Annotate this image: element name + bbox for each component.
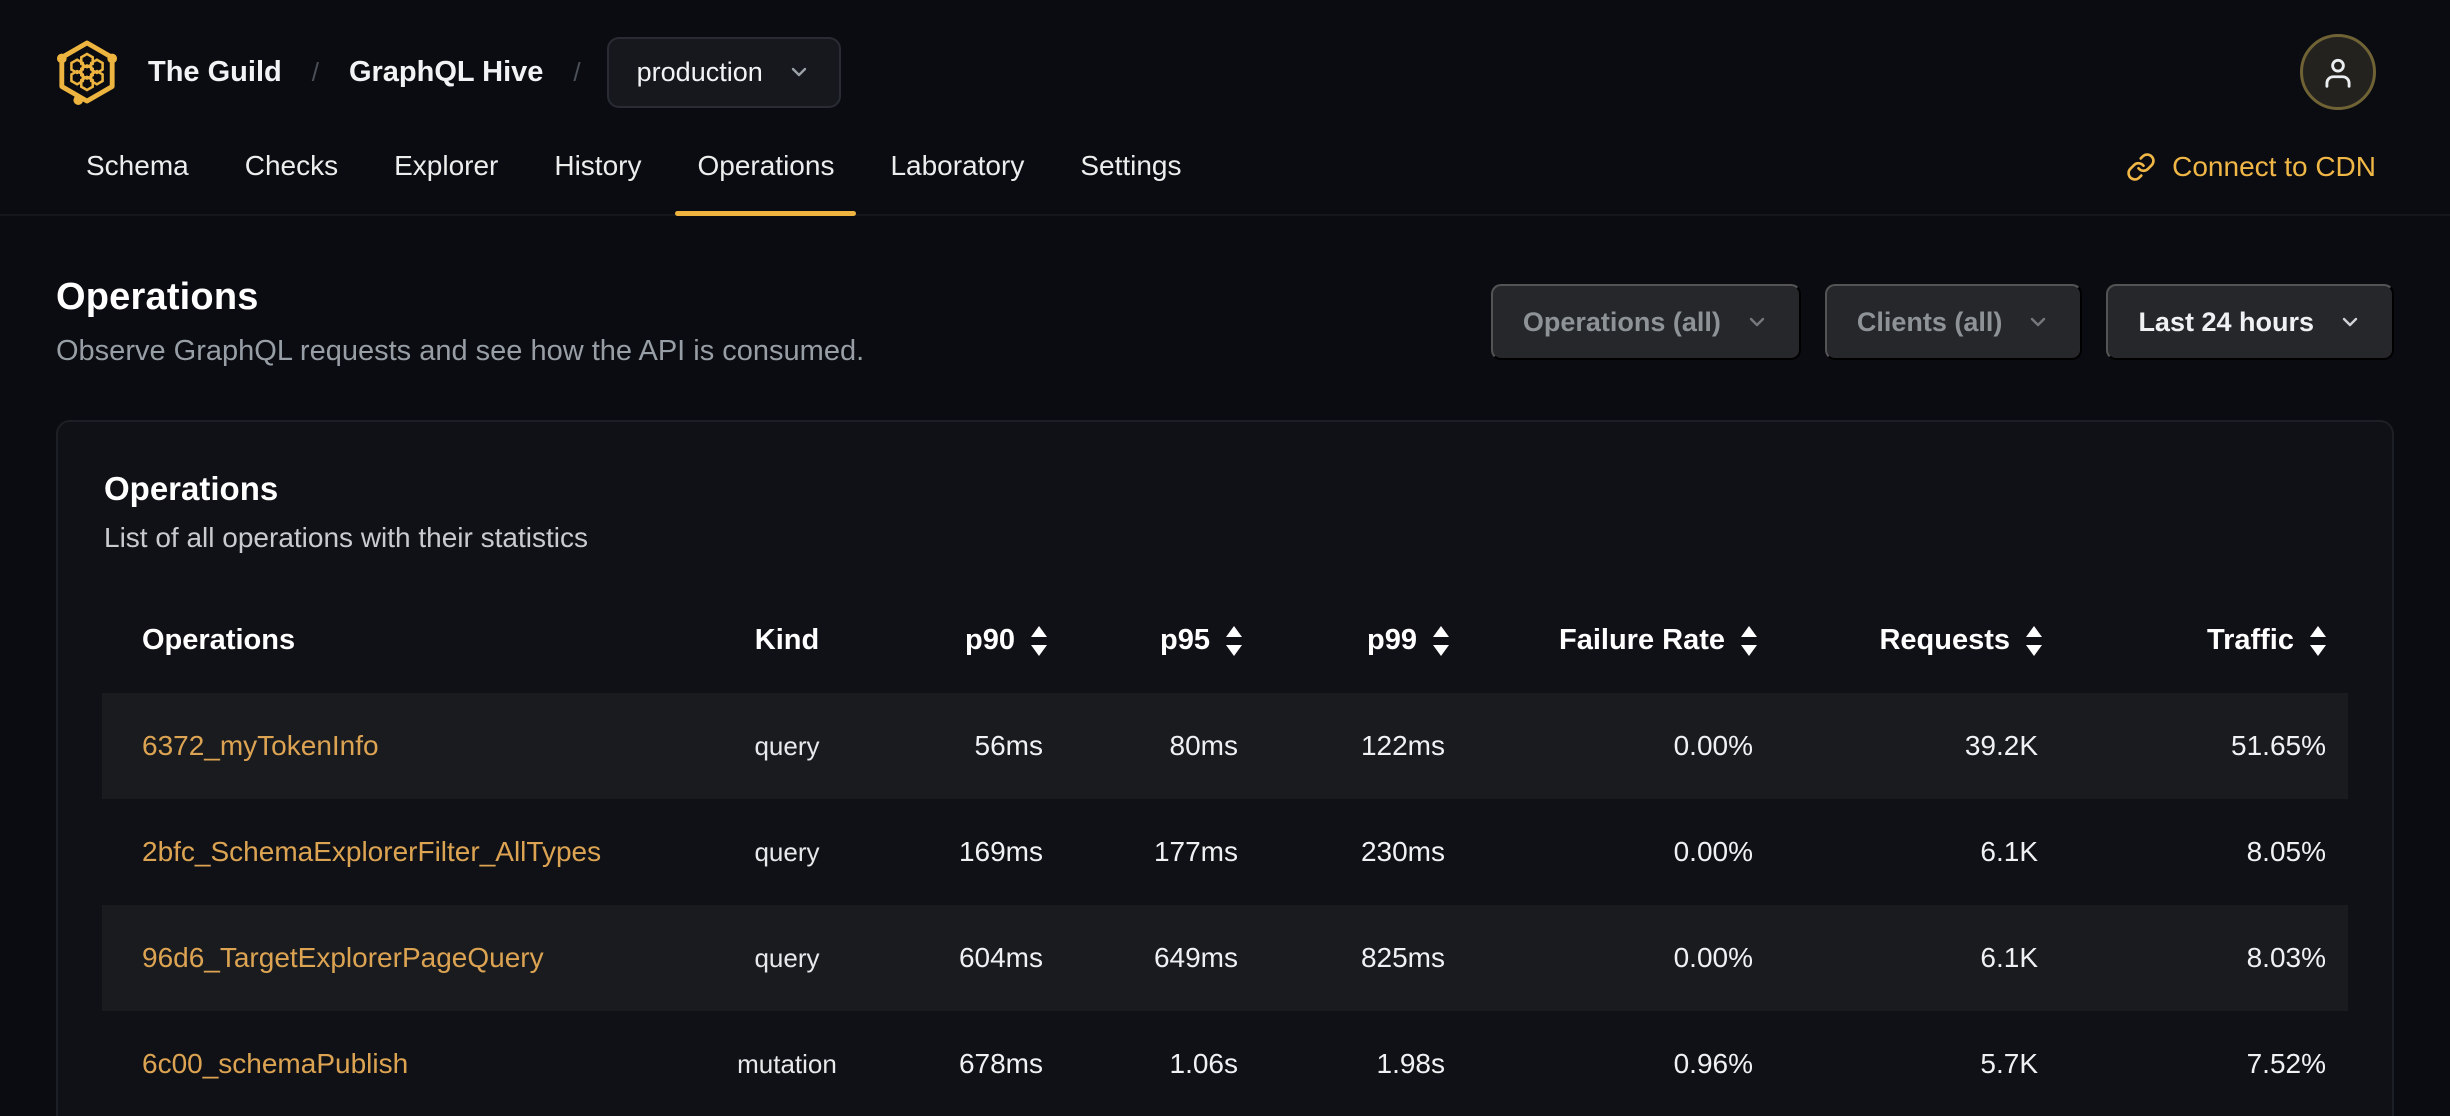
kind-cell: mutation (737, 1048, 837, 1079)
chevron-down-icon (787, 60, 811, 84)
p95-cell: 80ms (1169, 730, 1238, 761)
table-header-row: Operations Kind p90 p95 p99 Failure Rate (102, 594, 2348, 693)
tab-explorer[interactable]: Explorer (366, 136, 526, 214)
operation-link[interactable]: 6c00_schemaPublish (142, 1048, 408, 1079)
link-icon (2126, 152, 2156, 182)
tab-operations[interactable]: Operations (669, 136, 862, 216)
p90-cell: 169ms (958, 836, 1043, 867)
page-subtitle: Observe GraphQL requests and see how the… (56, 335, 865, 367)
sort-arrows-icon (2026, 625, 2042, 656)
operation-link[interactable]: 6372_myTokenInfo (142, 730, 379, 761)
tab-laboratory[interactable]: Laboratory (862, 136, 1052, 214)
p99-cell: 230ms (1360, 836, 1445, 867)
table-row: 2bfc_SchemaExplorerFilter_AllTypes query… (102, 799, 2348, 905)
time-range-dropdown[interactable]: Last 24 hours (2106, 284, 2394, 360)
target-selector[interactable]: production (606, 36, 841, 108)
kind-cell: query (754, 730, 820, 761)
hive-logo-icon[interactable] (56, 38, 118, 106)
chevron-down-icon (2026, 310, 2050, 334)
table-row: 6c00_schemaPublish mutation 678ms 1.06s … (102, 1011, 2348, 1116)
page-title-block: Operations Observe GraphQL requests and … (56, 276, 864, 368)
column-header-kind: Kind (754, 624, 820, 656)
traffic-cell: 8.05% (2246, 836, 2326, 867)
tab-checks[interactable]: Checks (217, 136, 366, 214)
failure-rate-cell: 0.00% (1673, 836, 1753, 867)
page-header: Operations Observe GraphQL requests and … (0, 216, 2450, 368)
chevron-down-icon (2338, 310, 2362, 334)
traffic-cell: 8.03% (2246, 942, 2326, 973)
breadcrumb-org[interactable]: The Guild (148, 56, 282, 89)
failure-rate-cell: 0.00% (1673, 730, 1753, 761)
sort-arrows-icon (2310, 625, 2326, 656)
operation-link[interactable]: 2bfc_SchemaExplorerFilter_AllTypes (142, 836, 601, 867)
clients-filter-label: Clients (all) (1856, 306, 2003, 337)
table-row: 96d6_TargetExplorerPageQuery query 604ms… (102, 905, 2348, 1011)
breadcrumb-project[interactable]: GraphQL Hive (349, 56, 543, 89)
kind-cell: query (754, 942, 820, 973)
tab-history[interactable]: History (526, 136, 669, 214)
table-row: 6372_myTokenInfo query 56ms 80ms 122ms 0… (102, 693, 2348, 799)
p95-cell: 649ms (1153, 942, 1238, 973)
column-header-p90[interactable]: p90 (872, 594, 1047, 693)
sort-arrows-icon (1031, 625, 1047, 656)
operation-link[interactable]: 96d6_TargetExplorerPageQuery (142, 942, 544, 973)
card-title: Operations (104, 470, 279, 507)
column-header-p95[interactable]: p95 (1047, 594, 1242, 693)
column-header-operations: Operations (142, 624, 296, 656)
p95-cell: 1.06s (1169, 1048, 1239, 1079)
requests-cell: 6.1K (1980, 942, 2038, 973)
breadcrumb: The Guild / GraphQL Hive / (148, 56, 581, 89)
traffic-cell: 51.65% (2231, 730, 2326, 761)
tab-schema[interactable]: Schema (58, 136, 217, 214)
p90-cell: 604ms (958, 942, 1043, 973)
top-bar: The Guild / GraphQL Hive / production (0, 0, 2450, 136)
p99-cell: 825ms (1360, 942, 1445, 973)
requests-cell: 6.1K (1980, 836, 2038, 867)
target-selector-value: production (636, 56, 763, 87)
operations-filter-dropdown[interactable]: Operations (all) (1490, 284, 1801, 360)
connect-to-cdn-button[interactable]: Connect to CDN (2126, 136, 2376, 214)
column-header-failure-rate[interactable]: Failure Rate (1449, 594, 1757, 693)
sort-arrows-icon (1741, 625, 1757, 656)
p90-cell: 56ms (974, 730, 1043, 761)
breadcrumb-separator: / (311, 56, 319, 87)
user-avatar[interactable] (2300, 34, 2376, 110)
operations-filter-label: Operations (all) (1522, 306, 1721, 337)
p90-cell: 678ms (958, 1048, 1043, 1079)
requests-cell: 5.7K (1980, 1048, 2038, 1079)
p99-cell: 1.98s (1376, 1048, 1446, 1079)
connect-to-cdn-label: Connect to CDN (2172, 151, 2376, 182)
failure-rate-cell: 0.00% (1673, 942, 1753, 973)
chevron-down-icon (1745, 310, 1769, 334)
p95-cell: 177ms (1153, 836, 1238, 867)
requests-cell: 39.2K (1964, 730, 2038, 761)
operations-table: Operations Kind p90 p95 p99 Failure Rate (102, 594, 2348, 1116)
main-nav: Schema Checks Explorer History Operation… (0, 136, 2450, 216)
card-subtitle: List of all operations with their statis… (104, 522, 588, 553)
failure-rate-cell: 0.96% (1673, 1048, 1753, 1079)
operations-card: Operations List of all operations with t… (56, 420, 2394, 1116)
user-icon (2319, 53, 2357, 91)
kind-cell: query (754, 836, 820, 867)
sort-arrows-icon (1226, 625, 1242, 656)
page-title: Operations (56, 276, 259, 318)
tab-settings[interactable]: Settings (1052, 136, 1209, 214)
column-header-p99[interactable]: p99 (1242, 594, 1449, 693)
column-header-traffic[interactable]: Traffic (2042, 594, 2348, 693)
column-header-requests[interactable]: Requests (1757, 594, 2042, 693)
time-range-label: Last 24 hours (2138, 306, 2314, 337)
p99-cell: 122ms (1360, 730, 1445, 761)
breadcrumb-separator: / (573, 56, 581, 87)
sort-arrows-icon (1433, 625, 1449, 656)
traffic-cell: 7.52% (2246, 1048, 2326, 1079)
clients-filter-dropdown[interactable]: Clients (all) (1824, 284, 2083, 360)
filter-bar: Operations (all) Clients (all) Last 24 h… (1490, 284, 2394, 360)
